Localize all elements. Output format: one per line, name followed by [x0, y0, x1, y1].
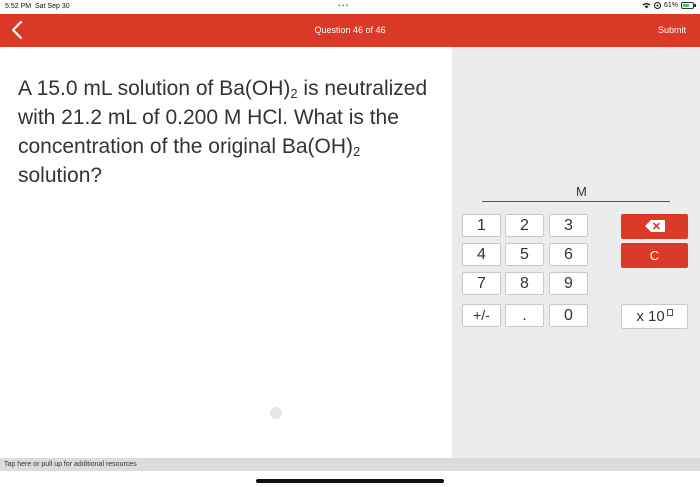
key-4[interactable]: 4: [462, 243, 501, 266]
status-date: Sat Sep 30: [34, 3, 70, 10]
submit-button[interactable]: Submit: [658, 25, 686, 35]
resources-bar[interactable]: Tap here or pull up for additional resou…: [0, 458, 700, 471]
question-subscript-1: 2: [290, 86, 298, 101]
key-decimal[interactable]: .: [505, 304, 544, 327]
key-5[interactable]: 5: [505, 243, 544, 266]
wifi-icon: [642, 3, 651, 9]
scientific-notation-button[interactable]: x 10: [621, 304, 688, 329]
battery-icon: [681, 2, 696, 9]
location-icon: [653, 2, 661, 9]
key-6[interactable]: 6: [549, 243, 588, 266]
status-time: 5:52 PM Sat Sep 30: [5, 3, 70, 10]
key-2[interactable]: 2: [505, 214, 544, 237]
multitask-dots[interactable]: •••: [338, 1, 349, 10]
key-1[interactable]: 1: [462, 214, 501, 237]
key-9[interactable]: 9: [549, 272, 588, 295]
status-time-text: 5:52 PM: [5, 3, 32, 10]
key-0[interactable]: 0: [549, 304, 588, 327]
status-indicators: 61%: [642, 2, 696, 9]
sci-label: x 10: [636, 308, 665, 325]
answer-field[interactable]: [482, 201, 670, 202]
backspace-button[interactable]: [621, 214, 688, 239]
question-header: Question 46 of 46 Submit: [0, 14, 700, 47]
key-sign-toggle[interactable]: +/-: [462, 304, 501, 327]
question-part-3: solution?: [18, 164, 103, 187]
clear-button[interactable]: C: [621, 243, 688, 268]
question-part-1: A 15.0 mL solution of Ba(OH): [18, 77, 291, 100]
question-text: A 15.0 mL solution of Ba(OH)2 is neutral…: [18, 74, 438, 190]
status-bar: 5:52 PM Sat Sep 30 ••• 61%: [0, 0, 700, 14]
question-counter: Question 46 of 46: [314, 25, 386, 35]
question-panel: A 15.0 mL solution of Ba(OH)2 is neutral…: [0, 47, 452, 458]
resources-text: Tap here or pull up for additional resou…: [4, 461, 137, 468]
key-7[interactable]: 7: [462, 272, 501, 295]
answer-unit: M: [576, 184, 587, 199]
scroll-indicator-dot: [270, 407, 282, 419]
key-8[interactable]: 8: [505, 272, 544, 295]
screen: 5:52 PM Sat Sep 30 ••• 61% Question 46 o…: [0, 0, 700, 487]
home-indicator[interactable]: [256, 479, 444, 483]
key-3[interactable]: 3: [549, 214, 588, 237]
backspace-icon: [644, 220, 665, 232]
answer-panel: M 1 2 3 4 5 6 7 8 9 +/- . 0 C x 10: [452, 47, 700, 458]
battery-percent: 61%: [663, 2, 678, 9]
exponent-box-icon: [666, 309, 673, 316]
question-subscript-2: 2: [353, 144, 361, 159]
